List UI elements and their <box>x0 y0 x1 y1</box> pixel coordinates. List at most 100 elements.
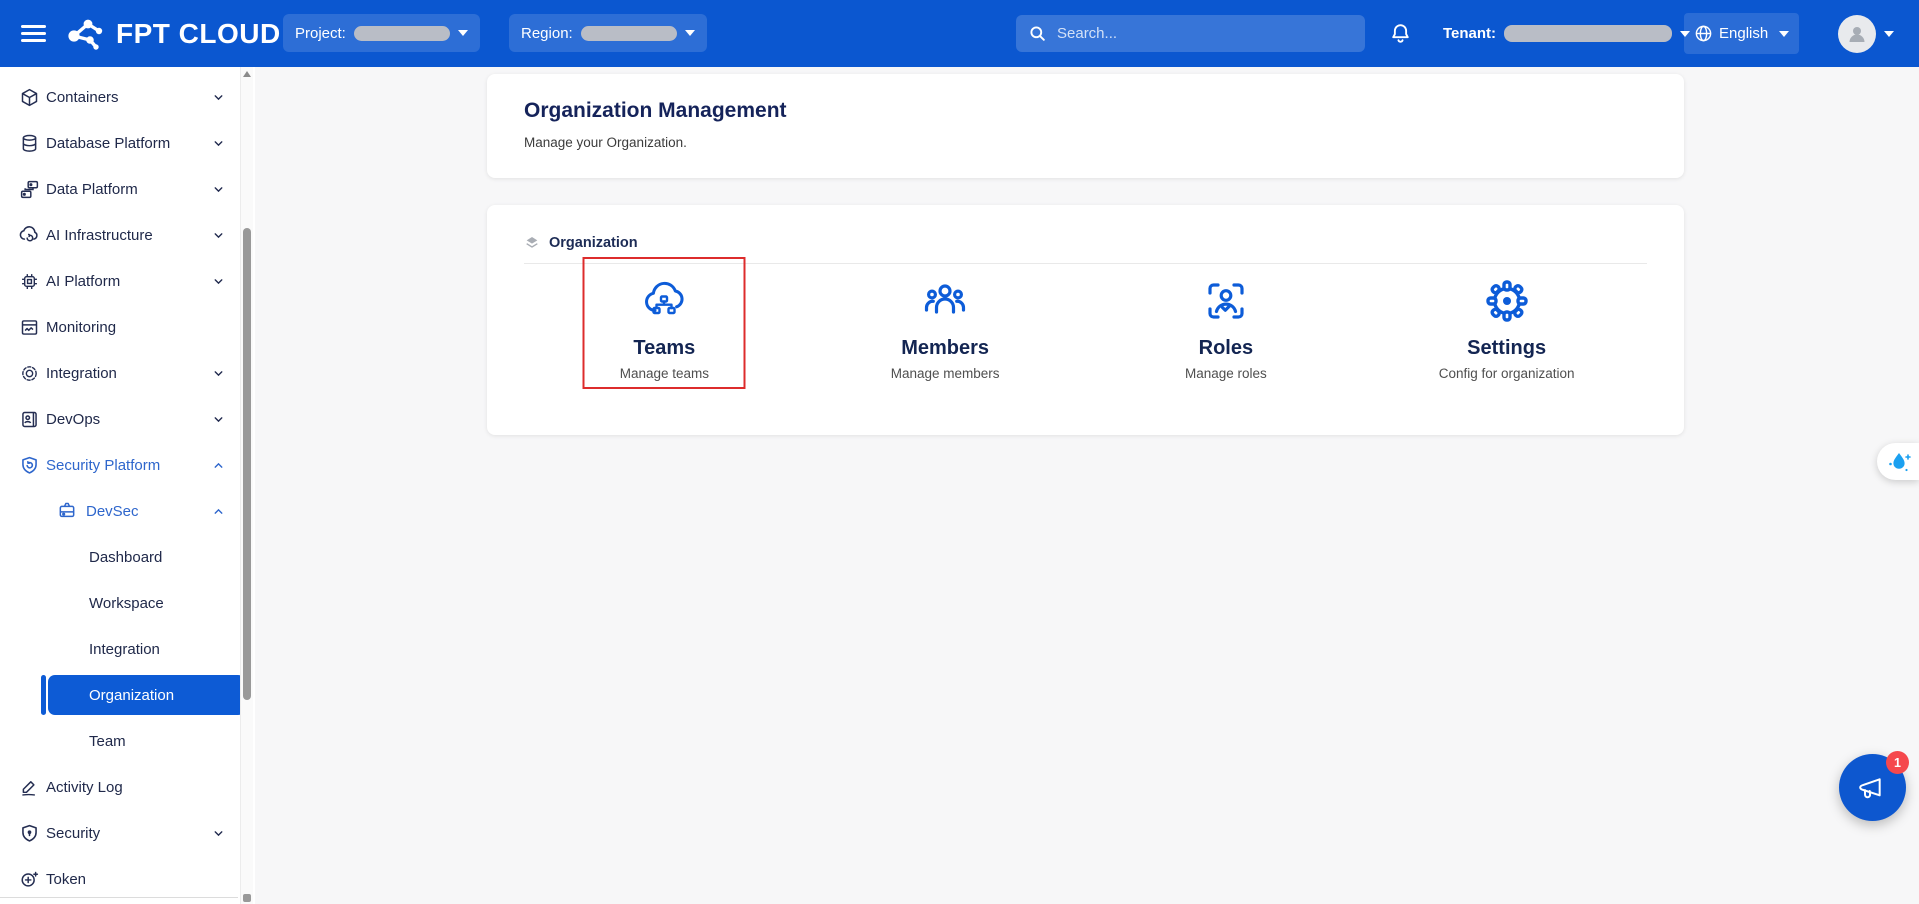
sidebar-item-label: Integration <box>46 365 117 382</box>
ai-cloud-icon <box>18 224 40 246</box>
tile-subtitle: Manage roles <box>1185 366 1267 381</box>
redacted-tenant-value <box>1504 25 1672 42</box>
project-dropdown[interactable]: Project: <box>283 14 480 52</box>
notification-bell-button[interactable] <box>1388 0 1413 67</box>
page-subtitle: Manage your Organization. <box>524 135 1647 150</box>
sidebar-nav: Containers Database Platform Data Platfo… <box>0 67 255 904</box>
region-dropdown[interactable]: Region: <box>509 14 707 52</box>
sidebar-item-activity-log[interactable]: Activity Log <box>0 764 255 810</box>
section-title: Organization <box>549 235 638 251</box>
chevron-down-icon <box>212 137 225 150</box>
data-stack-icon <box>18 178 40 200</box>
chevron-down-icon <box>212 229 225 242</box>
user-menu[interactable] <box>1838 0 1894 67</box>
cube-icon <box>18 86 40 108</box>
chip-icon <box>18 270 40 292</box>
sidebar-item-monitoring[interactable]: Monitoring <box>0 304 255 350</box>
sidebar-scrollbar[interactable] <box>240 67 253 904</box>
app-window: FPT CLOUD Project: Region: Tenant: <box>0 0 1919 904</box>
search-icon <box>1028 24 1047 43</box>
sidebar-item-database-platform[interactable]: Database Platform <box>0 120 255 166</box>
chevron-up-icon <box>212 459 225 472</box>
chevron-down-icon <box>212 367 225 380</box>
language-label: English <box>1719 25 1768 42</box>
tile-title: Members <box>901 337 989 360</box>
notification-count-badge: 1 <box>1886 751 1909 774</box>
sidebar-item-label: Integration <box>89 641 160 658</box>
tile-subtitle: Manage teams <box>620 366 709 381</box>
sidebar-item-label: Data Platform <box>46 181 138 198</box>
sidebar-item-label: AI Infrastructure <box>46 227 153 244</box>
tile-settings[interactable]: Settings Config for organization <box>1366 277 1647 381</box>
sidebar-item-label: DevSec <box>86 503 139 520</box>
menu-toggle-button[interactable] <box>16 0 50 67</box>
chevron-down-icon <box>1884 31 1894 37</box>
scrollbar-thumb[interactable] <box>243 228 251 700</box>
language-selector[interactable]: English <box>1684 13 1799 54</box>
hamburger-icon <box>21 21 46 46</box>
sidebar-item-ai-infrastructure[interactable]: AI Infrastructure <box>0 212 255 258</box>
sidebar-item-security-platform[interactable]: Security Platform <box>0 442 255 488</box>
sidebar-item-label: Database Platform <box>46 135 170 152</box>
redacted-project-value <box>354 26 450 41</box>
sidebar-item-workspace[interactable]: Workspace <box>0 580 255 626</box>
sidebar-item-devops[interactable]: DevOps <box>0 396 255 442</box>
scrollbar-up-arrow-icon[interactable] <box>243 71 251 77</box>
tenant-label: Tenant: <box>1443 25 1496 42</box>
chevron-up-icon <box>212 505 225 518</box>
tile-subtitle: Config for organization <box>1439 366 1575 381</box>
sidebar-item-ai-platform[interactable]: AI Platform <box>0 258 255 304</box>
sidebar-item-devsec[interactable]: DevSec <box>0 488 255 534</box>
page-title: Organization Management <box>524 99 1647 123</box>
water-drop-icon <box>1888 449 1912 475</box>
tile-roles[interactable]: Roles Manage roles <box>1086 277 1367 381</box>
sidebar-item-label: Activity Log <box>46 779 123 796</box>
sidebar-item-security[interactable]: Security <box>0 810 255 856</box>
brand-logo[interactable]: FPT CLOUD <box>64 0 281 67</box>
scrollbar-thumb-fragment <box>243 894 251 902</box>
sidebar-item-label: DevOps <box>46 411 100 428</box>
shield-icon <box>18 822 40 844</box>
sidebar-item-integration[interactable]: Integration <box>0 350 255 396</box>
sidebar-item-team[interactable]: Team <box>0 718 255 764</box>
sidebar-bottom-divider <box>0 897 238 898</box>
settings-gear-icon <box>1482 277 1532 325</box>
top-bar: FPT CLOUD Project: Region: Tenant: <box>0 0 1919 67</box>
tile-title: Teams <box>633 337 695 360</box>
search-input[interactable] <box>1057 25 1317 42</box>
sidebar-item-integration-sub[interactable]: Integration <box>0 626 255 672</box>
tile-teams[interactable]: Teams Manage teams <box>524 277 805 381</box>
sidebar-item-label: Dashboard <box>89 549 162 566</box>
layers-icon <box>524 235 540 251</box>
pen-icon <box>18 776 40 798</box>
sidebar-item-label: Workspace <box>89 595 164 612</box>
assistant-drop-tab[interactable] <box>1877 443 1919 480</box>
chevron-down-icon <box>1779 31 1789 37</box>
organization-tiles: Teams Manage teams Memb <box>524 264 1647 381</box>
announcements-button[interactable]: 1 <box>1839 754 1906 821</box>
region-label: Region: <box>521 25 573 42</box>
chevron-down-icon <box>458 30 468 36</box>
sidebar-item-containers[interactable]: Containers <box>0 74 255 120</box>
chevron-down-icon <box>212 183 225 196</box>
devops-badge-icon <box>18 408 40 430</box>
avatar <box>1838 15 1876 53</box>
chevron-down-icon <box>212 91 225 104</box>
sidebar-item-dashboard[interactable]: Dashboard <box>0 534 255 580</box>
sidebar-item-data-platform[interactable]: Data Platform <box>0 166 255 212</box>
sidebar-item-token[interactable]: Token <box>0 856 255 902</box>
search-box[interactable] <box>1016 15 1365 52</box>
tile-members[interactable]: Members Manage members <box>805 277 1086 381</box>
database-icon <box>18 132 40 154</box>
sidebar-item-label: AI Platform <box>46 273 120 290</box>
active-indicator-bar <box>41 675 46 715</box>
sidebar-item-organization[interactable]: Organization <box>0 672 255 718</box>
token-icon <box>18 868 40 890</box>
chevron-down-icon <box>212 413 225 426</box>
tile-title: Settings <box>1467 337 1546 360</box>
tenant-dropdown[interactable]: Tenant: <box>1443 0 1690 67</box>
gear-icon <box>18 362 40 384</box>
redacted-region-value <box>581 26 677 41</box>
megaphone-icon <box>1857 772 1889 804</box>
tile-title: Roles <box>1199 337 1253 360</box>
